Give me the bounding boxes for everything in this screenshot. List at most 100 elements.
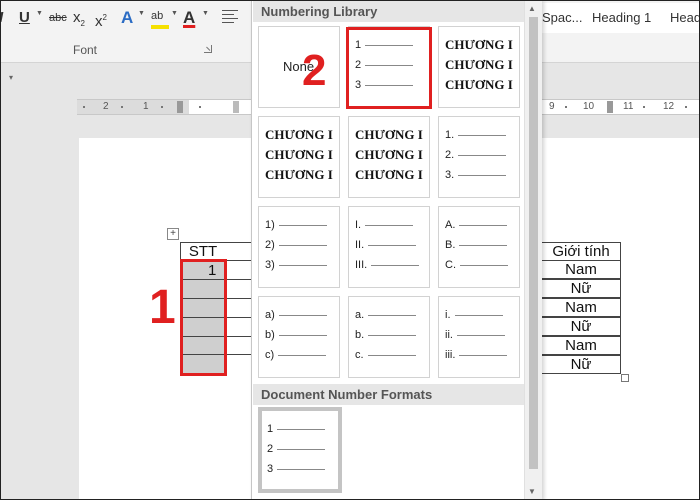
ruler-dot <box>565 106 567 108</box>
ruler-number: 2 <box>103 101 109 112</box>
superscript-letter: x <box>95 13 103 30</box>
style-heading-2[interactable]: Head <box>670 10 699 25</box>
format-line: B. <box>445 239 508 251</box>
numbering-paren-tile[interactable]: 1) 2) 3) <box>258 206 340 288</box>
style-spacing[interactable]: Spac... <box>542 10 582 25</box>
underline-button[interactable]: U <box>19 7 30 29</box>
style-heading-1[interactable]: Heading 1 <box>592 10 651 25</box>
format-number: iii. <box>445 349 456 361</box>
format-line: c. <box>355 349 416 361</box>
format-line: 3. <box>445 169 507 181</box>
styles-gallery: Spac... Heading 1 Head <box>537 3 699 33</box>
chuong-label: CHƯƠNG I <box>265 127 333 142</box>
format-line: 1 <box>267 423 326 435</box>
align-left-icon[interactable] <box>222 10 238 24</box>
numbering-roman-lower-tile[interactable]: i. ii. iii. <box>438 296 520 378</box>
numbering-dot-tile[interactable]: 1. 2. 3. <box>438 116 520 198</box>
column-marker[interactable] <box>607 101 613 113</box>
format-line: C. <box>445 259 508 271</box>
format-line: b) <box>265 329 327 341</box>
underline-dropdown-icon[interactable]: ▼ <box>36 10 43 17</box>
format-number: B. <box>445 239 456 251</box>
text-effects-dropdown-icon[interactable]: ▼ <box>138 10 145 17</box>
ruler-dot <box>643 106 645 108</box>
strikethrough-button[interactable]: abc <box>49 7 67 29</box>
column-marker[interactable] <box>233 101 239 113</box>
word-window: I U ▼ abc x2 x2 A ▼ ab ▼ A ▼ Font Spac..… <box>0 0 700 500</box>
gender-cell[interactable]: Nam <box>541 298 621 317</box>
table-move-handle-icon[interactable]: + <box>167 228 179 240</box>
format-line: 1) <box>265 219 327 231</box>
gender-cell[interactable]: Nam <box>541 260 621 279</box>
highlight-dropdown-icon[interactable]: ▼ <box>171 10 178 17</box>
highlight-button[interactable]: ab <box>151 7 169 29</box>
ruler-number: 10 <box>583 101 595 112</box>
superscript-mark: 2 <box>102 13 107 22</box>
format-number: I. <box>355 219 362 231</box>
format-number: II. <box>355 239 365 251</box>
italic-button[interactable]: I <box>1 7 3 29</box>
superscript-button[interactable]: x2 <box>95 7 107 30</box>
format-number: ii. <box>445 329 453 341</box>
numbering-alpha-paren-tile[interactable]: a) b) c) <box>258 296 340 378</box>
document-number-formats-header: Document Number Formats <box>253 384 524 405</box>
numbering-chuong-tile[interactable]: CHƯƠNG I CHƯƠNG I CHƯƠNG I <box>258 116 340 198</box>
highlight-color-bar <box>151 25 169 29</box>
step-2-label: 2 <box>302 46 327 95</box>
tab-selector-icon[interactable]: ▾ <box>9 73 13 82</box>
format-number: b. <box>355 329 365 341</box>
format-line: 2 <box>267 443 326 455</box>
font-color-dropdown-icon[interactable]: ▼ <box>202 10 209 17</box>
ruler-number: 1 <box>143 101 149 112</box>
text-effects-button[interactable]: A <box>121 7 133 29</box>
chuong-label: CHƯƠNG I <box>265 167 333 182</box>
ruler-dot <box>121 106 123 108</box>
numbering-alpha-dot-tile[interactable]: a. b. c. <box>348 296 430 378</box>
gender-cell[interactable]: Nữ <box>541 317 621 336</box>
gender-cell[interactable]: Nữ <box>541 355 621 374</box>
numbering-none-tile[interactable]: None <box>258 26 340 108</box>
font-group-label: Font <box>73 43 98 57</box>
step-1-highlight-box <box>180 259 227 376</box>
chuong-label: CHƯƠNG I <box>445 37 513 52</box>
format-number: A. <box>445 219 456 231</box>
format-number: 1 <box>267 423 274 435</box>
format-line: c) <box>265 349 327 361</box>
scroll-down-icon[interactable]: ▼ <box>528 487 536 496</box>
scroll-thumb[interactable] <box>529 17 538 469</box>
format-number: 2. <box>445 149 455 161</box>
table-header-gender[interactable]: Giới tính <box>541 242 621 261</box>
format-number: c. <box>355 349 364 361</box>
format-line: b. <box>355 329 417 341</box>
font-dialog-launcher-icon[interactable] <box>204 45 212 53</box>
numbering-chuong-tile[interactable]: CHƯƠNG I CHƯƠNG I CHƯƠNG I <box>438 26 520 108</box>
ruler-number: 11 <box>623 101 634 112</box>
scroll-up-icon[interactable]: ▲ <box>528 4 536 13</box>
format-number: a. <box>355 309 365 321</box>
gender-cell[interactable]: Nữ <box>541 279 621 298</box>
step-2-highlight-box <box>346 27 432 109</box>
numbering-chuong-tile[interactable]: CHƯƠNG I CHƯƠNG I CHƯƠNG I <box>348 116 430 198</box>
step-1-label: 1 <box>149 281 176 334</box>
format-line: 1. <box>445 129 507 141</box>
indent-marker[interactable] <box>177 101 183 113</box>
dropdown-scrollbar[interactable]: ▲ ▼ <box>524 1 542 499</box>
format-number: 3) <box>265 259 275 271</box>
format-line: 3 <box>267 463 326 475</box>
format-number: 2 <box>267 443 274 455</box>
chuong-label: CHƯƠNG I <box>445 57 513 72</box>
ruler-number: 12 <box>663 101 675 112</box>
table-resize-handle[interactable] <box>621 374 629 382</box>
document-format-tile[interactable]: 1 2 3 <box>258 407 342 493</box>
font-color-button[interactable]: A <box>183 7 195 29</box>
format-line: 2. <box>445 149 507 161</box>
numbering-alpha-upper-tile[interactable]: A. B. C. <box>438 206 520 288</box>
ruler-dot <box>199 106 201 108</box>
format-line: A. <box>445 219 508 231</box>
ruler-number: 9 <box>549 101 555 112</box>
numbering-roman-upper-tile[interactable]: I. II. III. <box>348 206 430 288</box>
ruler-dot <box>83 106 85 108</box>
format-number: b) <box>265 329 275 341</box>
gender-cell[interactable]: Nam <box>541 336 621 355</box>
subscript-button[interactable]: x2 <box>73 7 85 29</box>
